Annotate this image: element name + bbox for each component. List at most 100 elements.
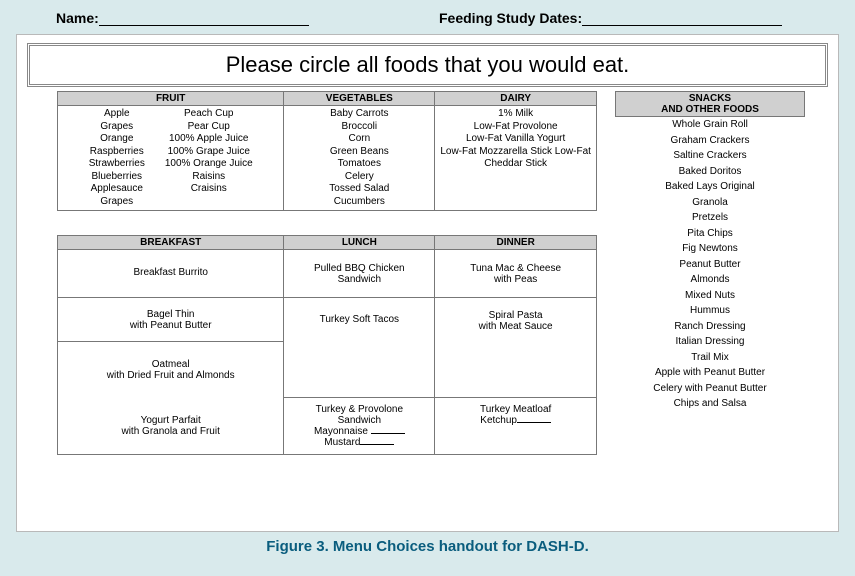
dairy-item: Cheddar Stick xyxy=(439,158,592,171)
fruit-item: Peach Cup xyxy=(165,108,253,121)
meal-row: Breakfast Burrito Pulled BBQ Chicken San… xyxy=(58,250,597,298)
condiment-line: Mustard xyxy=(288,437,430,448)
fruit-col2: Peach Cup Pear Cup 100% Apple Juice 100%… xyxy=(165,108,253,208)
meal-text: with Granola and Fruit xyxy=(62,426,279,437)
snack-item: Baked Doritos xyxy=(616,164,805,180)
veg-item: Cucumbers xyxy=(288,196,430,209)
snack-item: Ranch Dressing xyxy=(616,319,805,335)
fruit-item: Craisins xyxy=(165,183,253,196)
instruction-text: Please circle all foods that you would e… xyxy=(226,52,630,77)
snack-item: Saltine Crackers xyxy=(616,148,805,164)
category-body-row: Apple Grapes Orange Raspberries Strawber… xyxy=(58,106,597,211)
meal-text: Pulled BBQ Chicken xyxy=(288,263,430,274)
veg-item: Broccoli xyxy=(288,121,430,134)
vegetables-cell: Baby Carrots Broccoli Corn Green Beans T… xyxy=(284,106,435,211)
meals-table: BREAKFAST LUNCH DINNER Breakfast Burrito… xyxy=(57,235,597,455)
fruit-item: Strawberries xyxy=(89,158,145,171)
meal-text: Turkey & Provolone xyxy=(288,404,430,415)
vegetables-header: VEGETABLES xyxy=(284,92,435,106)
fruit-item: Raspberries xyxy=(89,146,145,159)
veg-item: Tossed Salad xyxy=(288,183,430,196)
fruit-cell: Apple Grapes Orange Raspberries Strawber… xyxy=(58,106,284,211)
dinner-cell: Tuna Mac & Cheese with Peas xyxy=(435,250,597,298)
fruit-item: Apple xyxy=(89,108,145,121)
lunch-cell: Turkey & Provolone Sandwich Mayonnaise M… xyxy=(284,398,435,455)
meal-text: Tuna Mac & Cheese xyxy=(439,263,592,274)
breakfast-cell: Yogurt Parfait with Granola and Fruit xyxy=(58,398,284,455)
dairy-header: DAIRY xyxy=(435,92,597,106)
figure-caption: Figure 3. Menu Choices handout for DASH-… xyxy=(6,532,849,555)
dinner-cell: Spiral Pasta with Meat Sauce xyxy=(435,298,597,398)
mayo-blank[interactable] xyxy=(371,426,405,434)
snack-item: Granola xyxy=(616,195,805,211)
name-label: Name: xyxy=(56,10,99,26)
fruit-item: Raisins xyxy=(165,171,253,184)
meals-header-row: BREAKFAST LUNCH DINNER xyxy=(58,236,597,250)
dates-field: Feeding Study Dates: xyxy=(439,10,799,26)
fruit-col1: Apple Grapes Orange Raspberries Strawber… xyxy=(89,108,145,208)
meal-text: with Dried Fruit and Almonds xyxy=(62,370,279,381)
meal-text: Sandwich xyxy=(288,415,430,426)
snack-item: Fig Newtons xyxy=(616,241,805,257)
veg-item: Baby Carrots xyxy=(288,108,430,121)
condiment-line: Mayonnaise xyxy=(288,426,430,437)
meal-row: Yogurt Parfait with Granola and Fruit Tu… xyxy=(58,398,597,455)
dinner-header: DINNER xyxy=(435,236,597,250)
meal-text: Yogurt Parfait xyxy=(62,415,279,426)
fruit-item: Blueberries xyxy=(89,171,145,184)
meal-text: Spiral Pasta xyxy=(439,310,592,321)
fruit-item: Applesauce xyxy=(89,183,145,196)
veg-item: Celery xyxy=(288,171,430,184)
dairy-item: Low-Fat Vanilla Yogurt xyxy=(439,133,592,146)
form-header: Name: Feeding Study Dates: xyxy=(6,6,849,34)
meal-text: with Peas xyxy=(439,274,592,285)
veg-item: Green Beans xyxy=(288,146,430,159)
meal-text: Bagel Thin xyxy=(62,309,279,320)
dairy-item: Low-Fat Mozzarella Stick Low-Fat xyxy=(439,146,592,159)
dates-blank-line[interactable] xyxy=(582,11,782,26)
breakfast-cell: Breakfast Burrito xyxy=(58,250,284,298)
lunch-cell: Pulled BBQ Chicken Sandwich xyxy=(284,250,435,298)
handout-card: Please circle all foods that you would e… xyxy=(16,34,839,532)
fruit-item: 100% Apple Juice xyxy=(165,133,253,146)
right-column: SNACKS AND OTHER FOODS Whole Grain Roll … xyxy=(615,91,805,455)
meal-text: Breakfast Burrito xyxy=(133,267,207,278)
snack-item: Whole Grain Roll xyxy=(616,117,805,133)
meal-row: Bagel Thin with Peanut Butter Turkey Sof… xyxy=(58,298,597,342)
breakfast-cell: Bagel Thin with Peanut Butter xyxy=(58,298,284,342)
fruit-item: Pear Cup xyxy=(165,121,253,134)
mustard-blank[interactable] xyxy=(360,437,394,445)
snack-item: Baked Lays Original xyxy=(616,179,805,195)
dairy-item: Low-Fat Provolone xyxy=(439,121,592,134)
meal-text: Sandwich xyxy=(288,274,430,285)
ketchup-blank[interactable] xyxy=(517,415,551,423)
lunch-header: LUNCH xyxy=(284,236,435,250)
snack-item: Almonds xyxy=(616,272,805,288)
snack-item: Trail Mix xyxy=(616,350,805,366)
veg-item: Corn xyxy=(288,133,430,146)
snack-item: Celery with Peanut Butter xyxy=(616,381,805,397)
snack-item: Graham Crackers xyxy=(616,133,805,149)
condiment-line: Ketchup xyxy=(439,415,592,426)
fruit-item: Orange xyxy=(89,133,145,146)
dinner-cell: Turkey Meatloaf Ketchup xyxy=(435,398,597,455)
breakfast-cell: Oatmeal with Dried Fruit and Almonds xyxy=(58,342,284,398)
snack-item: Pita Chips xyxy=(616,226,805,242)
snack-item: Italian Dressing xyxy=(616,334,805,350)
dairy-item: 1% Milk xyxy=(439,108,592,121)
instruction-banner: Please circle all foods that you would e… xyxy=(27,43,828,87)
snack-item: Chips and Salsa xyxy=(616,396,805,412)
meal-text: Turkey Meatloaf xyxy=(439,404,592,415)
snack-item: Mixed Nuts xyxy=(616,288,805,304)
left-column: FRUIT VEGETABLES DAIRY Apple Grapes Oran… xyxy=(57,91,597,455)
meal-text: Turkey Soft Tacos xyxy=(320,314,399,325)
meal-text: with Peanut Butter xyxy=(62,320,279,331)
snack-item: Peanut Butter xyxy=(616,257,805,273)
fruit-header: FRUIT xyxy=(58,92,284,106)
name-blank-line[interactable] xyxy=(99,11,309,26)
meal-text: Oatmeal xyxy=(62,359,279,370)
category-header-row: FRUIT VEGETABLES DAIRY xyxy=(58,92,597,106)
fruit-item: 100% Grape Juice xyxy=(165,146,253,159)
content-area: FRUIT VEGETABLES DAIRY Apple Grapes Oran… xyxy=(17,91,838,455)
snack-item: Pretzels xyxy=(616,210,805,226)
